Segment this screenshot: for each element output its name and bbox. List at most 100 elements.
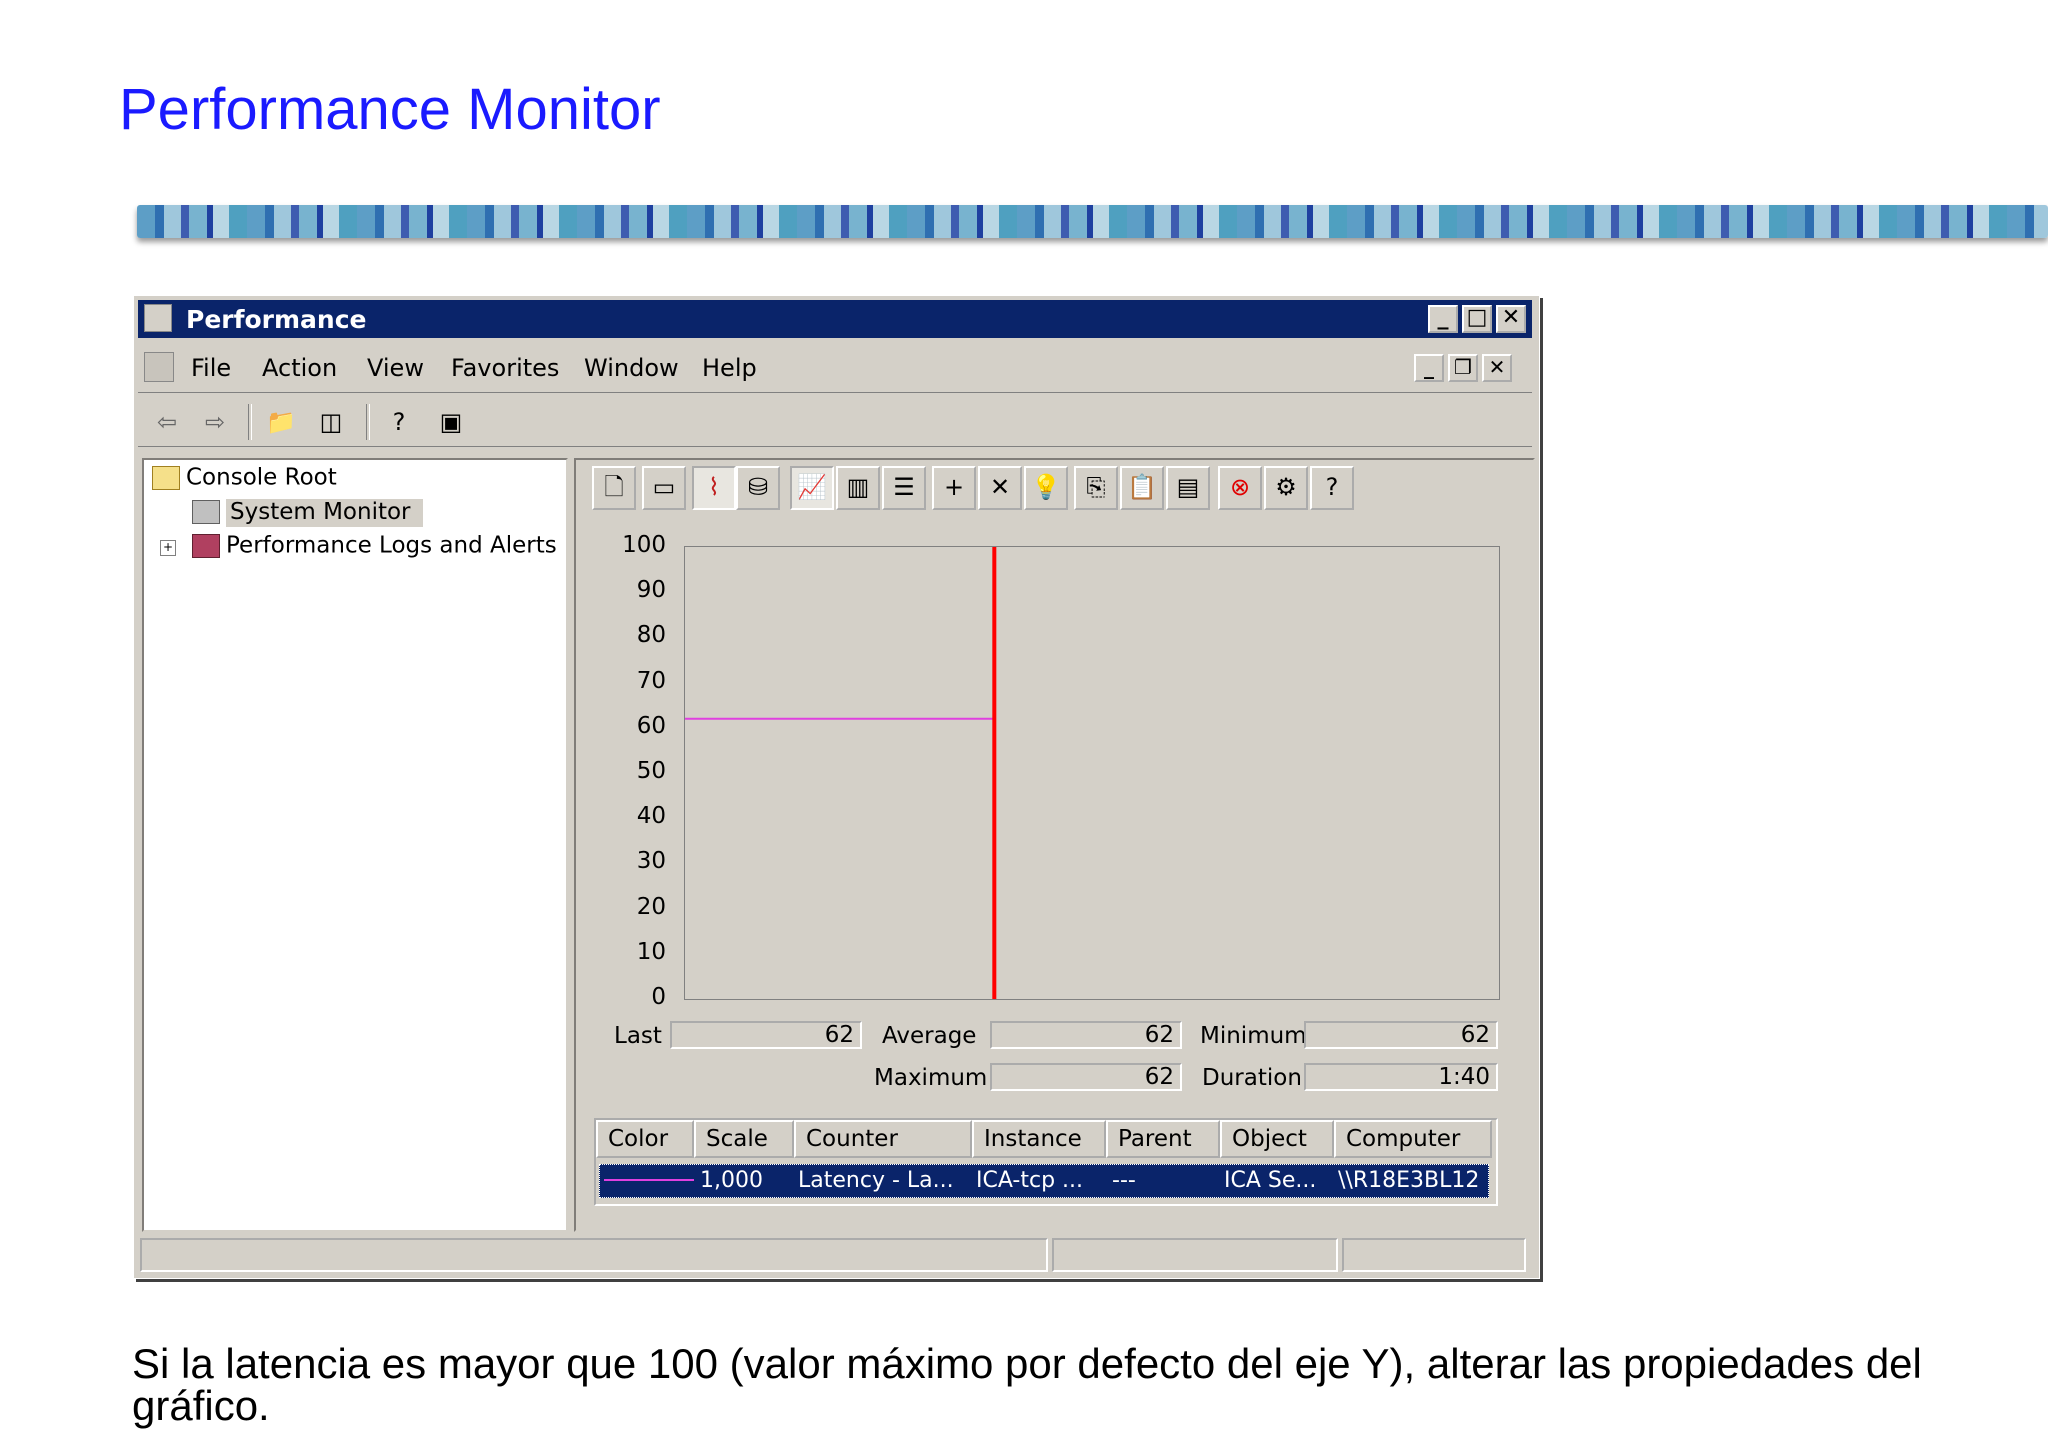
copy-properties-icon[interactable]: ⎘ — [1074, 466, 1118, 510]
toolbar-separator — [248, 404, 252, 440]
main-toolbar: ⇦ ⇨ 📁 ◫ ? ▣ — [138, 396, 1532, 447]
y-tick-label: 80 — [636, 622, 666, 649]
y-tick-label: 70 — [636, 667, 666, 694]
average-label: Average — [882, 1023, 977, 1049]
menu-bar: File Action View Favorites Window Help _… — [138, 344, 1532, 393]
menu-window[interactable]: Window — [584, 354, 679, 382]
column-header-object[interactable]: Object — [1220, 1120, 1334, 1158]
forward-arrow-icon[interactable]: ⇨ — [198, 406, 232, 438]
slide-caption: Si la latencia es mayor que 100 (valor m… — [132, 1340, 1922, 1429]
graph-svg — [685, 547, 997, 999]
console-menu-icon[interactable] — [144, 352, 174, 382]
status-bar — [138, 1236, 1536, 1274]
y-tick-label: 0 — [651, 984, 666, 1010]
counter-computer: \\R18E3BL12 — [1338, 1168, 1480, 1193]
performance-window: Performance _ □ ✕ File Action View Favor… — [133, 295, 1540, 1279]
performance-logs-icon — [192, 533, 220, 558]
column-header-color[interactable]: Color — [596, 1120, 694, 1158]
slide-title: Performance Monitor — [119, 77, 661, 142]
y-tick-label: 30 — [636, 848, 666, 875]
monitor-help-icon[interactable]: ? — [1310, 466, 1354, 510]
counter-row[interactable]: 1,000 Latency - La... ICA-tcp ... --- IC… — [599, 1164, 1489, 1198]
menu-file[interactable]: File — [191, 354, 231, 382]
window-title: Performance — [186, 305, 367, 334]
tree-item-label: Performance Logs and Alerts — [226, 532, 557, 559]
menu-favorites[interactable]: Favorites — [451, 354, 559, 382]
new-counter-set-icon[interactable]: 🗋 — [592, 466, 636, 510]
update-data-icon[interactable]: ⚙ — [1264, 466, 1308, 510]
view-report-icon[interactable]: ☰ — [882, 466, 926, 510]
child-minimize-button[interactable]: _ — [1414, 354, 1444, 382]
tree-item-console-root[interactable]: Console Root — [152, 464, 337, 494]
menu-help[interactable]: Help — [702, 354, 757, 382]
duration-value: 1:40 — [1304, 1063, 1498, 1091]
add-counter-icon[interactable]: + — [932, 466, 976, 510]
y-tick-label: 100 — [622, 532, 666, 558]
view-graph-icon[interactable]: 📈 — [790, 466, 834, 510]
duration-label: Duration — [1202, 1065, 1302, 1091]
y-tick-label: 50 — [636, 758, 666, 784]
status-panel — [1342, 1238, 1526, 1272]
counter-instance: ICA-tcp ... — [976, 1168, 1084, 1193]
minimum-value: 62 — [1304, 1021, 1498, 1049]
view-histogram-icon[interactable]: ▥ — [836, 466, 880, 510]
column-header-parent[interactable]: Parent — [1106, 1120, 1220, 1158]
minimize-button[interactable]: _ — [1428, 305, 1458, 333]
counter-object: ICA Se... — [1224, 1168, 1317, 1193]
close-button[interactable]: ✕ — [1496, 305, 1526, 333]
y-tick-label: 60 — [636, 712, 666, 739]
menu-view[interactable]: View — [367, 354, 424, 382]
counter-name: Latency - La... — [798, 1168, 954, 1193]
y-tick-label: 20 — [636, 893, 666, 920]
counter-scale: 1,000 — [700, 1168, 763, 1193]
maximum-label: Maximum — [874, 1065, 988, 1091]
graph-plot-area — [684, 546, 1500, 1000]
y-tick-label: 90 — [636, 577, 666, 604]
counter-color-swatch — [604, 1179, 694, 1181]
y-tick-label: 10 — [636, 938, 666, 965]
menu-action[interactable]: Action — [262, 354, 337, 382]
properties-icon[interactable]: ▤ — [1166, 466, 1210, 510]
expand-icon[interactable]: + — [160, 540, 176, 556]
average-value: 62 — [990, 1021, 1182, 1049]
column-header-computer[interactable]: Computer — [1334, 1120, 1492, 1158]
folder-icon — [152, 465, 180, 490]
tree-item-label: System Monitor — [226, 498, 423, 527]
view-log-data-icon[interactable]: ⛁ — [736, 466, 780, 510]
column-header-counter[interactable]: Counter — [794, 1120, 972, 1158]
performance-app-icon — [144, 304, 172, 332]
decorative-banner — [137, 205, 2048, 238]
maximize-button[interactable]: □ — [1462, 305, 1492, 333]
freeze-display-icon[interactable]: ⊗ — [1218, 466, 1262, 510]
back-arrow-icon[interactable]: ⇦ — [150, 406, 184, 438]
delete-counter-icon[interactable]: ✕ — [978, 466, 1022, 510]
last-value: 62 — [670, 1021, 862, 1049]
clear-display-icon[interactable]: ▭ — [642, 466, 686, 510]
toolbar-separator — [366, 404, 370, 440]
highlight-icon[interactable]: 💡 — [1024, 466, 1068, 510]
help-icon[interactable]: ? — [382, 406, 416, 438]
maximum-value: 62 — [990, 1063, 1182, 1091]
y-tick-label: 40 — [636, 803, 666, 830]
tree-item-label: Console Root — [186, 464, 337, 491]
tree-item-system-monitor[interactable]: System Monitor — [192, 498, 423, 528]
counter-list: Color Scale Counter Instance Parent Obje… — [594, 1118, 1498, 1206]
minimum-label: Minimum — [1200, 1023, 1307, 1049]
title-bar[interactable]: Performance _ □ ✕ — [138, 300, 1532, 338]
system-monitor-pane: 🗋 ▭ ⌇ ⛁ 📈 ▥ ☰ + ✕ 💡 ⎘ 📋 ▤ ⊗ ⚙ ? Last 62 … — [574, 458, 1535, 1232]
child-restore-button[interactable]: ❐ — [1448, 354, 1478, 382]
tree-item-performance-logs[interactable]: Performance Logs and Alerts — [192, 532, 557, 562]
action-pane-icon[interactable]: ▣ — [434, 406, 468, 438]
system-monitor-icon — [192, 499, 220, 524]
status-panel — [1052, 1238, 1338, 1272]
console-tree: Console Root System Monitor + Performanc… — [142, 458, 568, 1232]
up-folder-icon[interactable]: 📁 — [264, 406, 298, 438]
column-header-instance[interactable]: Instance — [972, 1120, 1106, 1158]
column-header-scale[interactable]: Scale — [694, 1120, 794, 1158]
paste-counter-list-icon[interactable]: 📋 — [1120, 466, 1164, 510]
show-hide-tree-icon[interactable]: ◫ — [314, 406, 348, 438]
last-label: Last — [614, 1023, 662, 1049]
counter-parent: --- — [1112, 1168, 1136, 1193]
view-current-activity-icon[interactable]: ⌇ — [692, 466, 736, 510]
child-close-button[interactable]: ✕ — [1482, 354, 1512, 382]
